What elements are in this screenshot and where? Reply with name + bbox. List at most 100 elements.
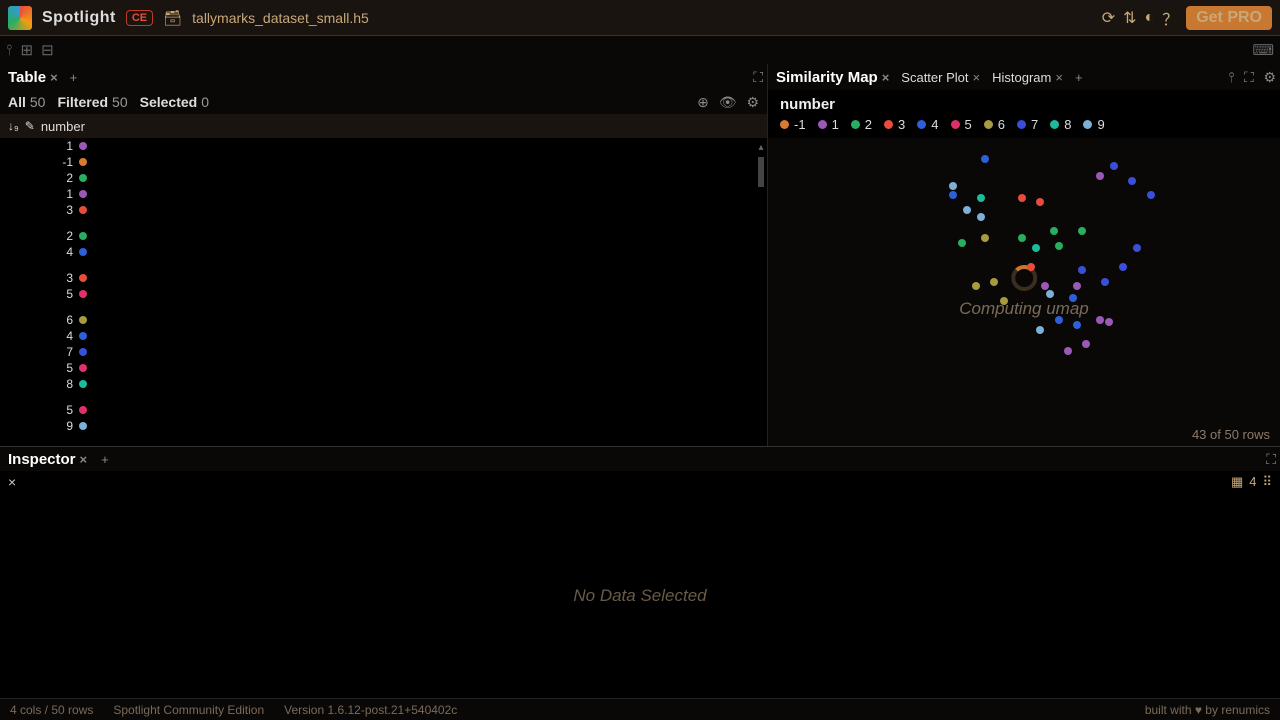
legend-item[interactable]: 6: [984, 117, 1005, 132]
add-tab-button[interactable]: +: [66, 70, 82, 85]
scatter-point[interactable]: [981, 155, 989, 163]
table-row[interactable]: 5: [0, 360, 767, 376]
expand-icon[interactable]: ⛶: [753, 69, 763, 85]
scatter-point[interactable]: [1073, 321, 1081, 329]
legend-item[interactable]: 4: [917, 117, 938, 132]
scatter-point[interactable]: [1064, 347, 1072, 355]
tab-histogram[interactable]: Histogram ×: [988, 68, 1067, 87]
palette-icon[interactable]: ◐: [1145, 9, 1155, 27]
scrollbar[interactable]: ▴: [755, 138, 767, 191]
scatter-point[interactable]: [1133, 244, 1141, 252]
scatter-point[interactable]: [990, 278, 998, 286]
keyboard-icon[interactable]: ⌨: [1252, 41, 1274, 59]
sort-numeric-icon[interactable]: ↓₉: [8, 119, 19, 133]
table-row[interactable]: -7: [0, 444, 767, 446]
tab-scatter-plot[interactable]: Scatter Plot ×: [897, 68, 984, 87]
table-body[interactable]: ▴ 1-121324356475859-711829: [0, 138, 767, 446]
scatter-point[interactable]: [1105, 318, 1113, 326]
scatter-point[interactable]: [1096, 172, 1104, 180]
table-row[interactable]: 8: [0, 376, 767, 392]
scatter-point[interactable]: [981, 234, 989, 242]
scatter-point[interactable]: [1101, 278, 1109, 286]
close-icon[interactable]: ×: [50, 70, 58, 85]
scatter-point[interactable]: [1055, 316, 1063, 324]
eye-icon[interactable]: 👁: [719, 94, 737, 110]
table-row[interactable]: -1: [0, 154, 767, 170]
scatter-area[interactable]: Computing umap 43 of 50 rows: [768, 138, 1280, 446]
chevron-up-icon[interactable]: ▴: [758, 142, 763, 153]
legend-item[interactable]: 1: [818, 117, 839, 132]
edit-icon[interactable]: ✎: [25, 119, 35, 133]
filter-icon[interactable]: ⫯: [6, 42, 13, 59]
scatter-point[interactable]: [1018, 194, 1026, 202]
tab-table[interactable]: Table ×: [4, 67, 62, 88]
grid-options-icon[interactable]: ⠿: [1262, 474, 1272, 490]
table-row[interactable]: 9: [0, 418, 767, 434]
add-icon[interactable]: ⊕: [697, 94, 709, 110]
scatter-point[interactable]: [1096, 316, 1104, 324]
table-row[interactable]: 4: [0, 244, 767, 260]
table-row[interactable]: 6: [0, 312, 767, 328]
table-row[interactable]: 3: [0, 270, 767, 286]
scatter-point[interactable]: [1128, 177, 1136, 185]
add-tab-button[interactable]: +: [97, 452, 113, 467]
table-row[interactable]: 5: [0, 402, 767, 418]
scatter-point[interactable]: [958, 239, 966, 247]
table-row[interactable]: 5: [0, 286, 767, 302]
expand-icon[interactable]: ⛶: [1244, 69, 1254, 85]
sort-icon[interactable]: ⇅: [1123, 8, 1136, 28]
tool-icon-1[interactable]: ⊞: [21, 41, 34, 59]
scatter-point[interactable]: [1036, 198, 1044, 206]
table-row[interactable]: 3: [0, 202, 767, 218]
get-pro-button[interactable]: Get PRO: [1186, 6, 1272, 30]
column-header[interactable]: ↓₉ ✎ number: [0, 114, 767, 138]
scatter-point[interactable]: [1078, 227, 1086, 235]
scatter-point[interactable]: [1036, 326, 1044, 334]
tool-icon-2[interactable]: ⊟: [41, 41, 54, 59]
scatter-point[interactable]: [1110, 162, 1118, 170]
scatter-point[interactable]: [977, 213, 985, 221]
table-row[interactable]: 7: [0, 344, 767, 360]
close-icon[interactable]: ×: [1055, 70, 1063, 85]
expand-icon[interactable]: ⛶: [1266, 451, 1276, 467]
scatter-point[interactable]: [1082, 340, 1090, 348]
table-row[interactable]: 2: [0, 228, 767, 244]
scatter-point[interactable]: [1000, 297, 1008, 305]
table-row[interactable]: 2: [0, 170, 767, 186]
scatter-point[interactable]: [1055, 242, 1063, 250]
scatter-point[interactable]: [1078, 266, 1086, 274]
close-icon[interactable]: ×: [882, 70, 890, 85]
table-row[interactable]: 4: [0, 328, 767, 344]
scatter-point[interactable]: [949, 191, 957, 199]
scatter-point[interactable]: [977, 194, 985, 202]
close-icon[interactable]: ×: [973, 70, 981, 85]
scatter-point[interactable]: [1147, 191, 1155, 199]
table-row[interactable]: 1: [0, 186, 767, 202]
scatter-point[interactable]: [1018, 234, 1026, 242]
scatter-point[interactable]: [1050, 227, 1058, 235]
scatter-point[interactable]: [1119, 263, 1127, 271]
close-icon[interactable]: ×: [8, 474, 16, 490]
scatter-point[interactable]: [949, 182, 957, 190]
scatter-point[interactable]: [1069, 294, 1077, 302]
grid-icon[interactable]: ▦: [1231, 474, 1243, 490]
help-icon[interactable]: ？: [1162, 6, 1178, 30]
legend-item[interactable]: 8: [1050, 117, 1071, 132]
gear-icon[interactable]: ⚙: [1263, 69, 1276, 85]
legend-item[interactable]: 7: [1017, 117, 1038, 132]
add-tab-button[interactable]: +: [1071, 70, 1087, 85]
legend-item[interactable]: 5: [951, 117, 972, 132]
close-icon[interactable]: ×: [80, 452, 88, 467]
refresh-icon[interactable]: ⟳: [1102, 8, 1115, 28]
gear-icon[interactable]: ⚙: [746, 94, 759, 110]
legend-item[interactable]: -1: [780, 117, 806, 132]
legend-item[interactable]: 9: [1083, 117, 1104, 132]
scroll-thumb[interactable]: [758, 157, 764, 187]
filter-icon[interactable]: ⫯: [1228, 69, 1234, 85]
legend-item[interactable]: 2: [851, 117, 872, 132]
legend-item[interactable]: 3: [884, 117, 905, 132]
scatter-point[interactable]: [963, 206, 971, 214]
table-row[interactable]: 1: [0, 138, 767, 154]
scatter-point[interactable]: [1032, 244, 1040, 252]
scatter-point[interactable]: [1046, 290, 1054, 298]
